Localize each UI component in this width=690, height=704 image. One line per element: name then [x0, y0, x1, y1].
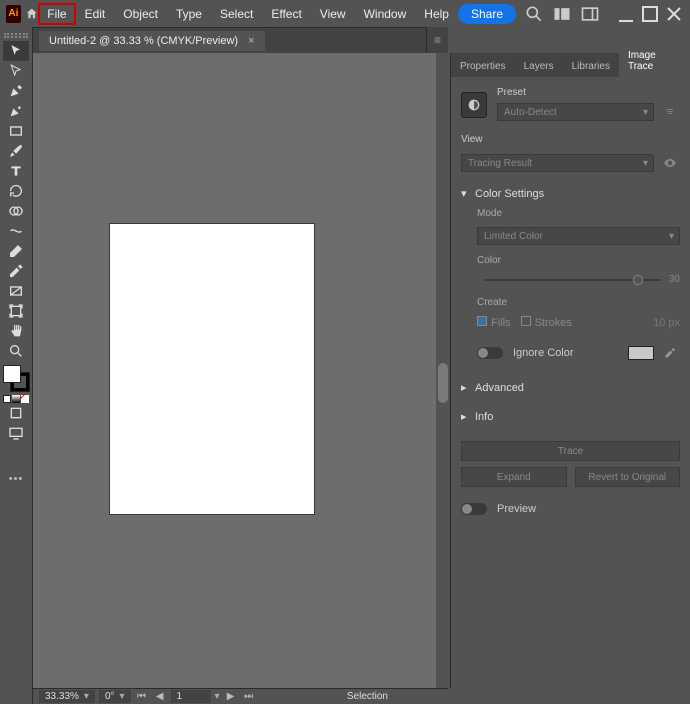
color-slider[interactable]: 30 — [477, 274, 680, 285]
tool-status: Selection — [347, 691, 388, 702]
strokes-checkbox[interactable]: Strokes — [521, 316, 572, 329]
mode-label: Mode — [477, 208, 680, 219]
share-button[interactable]: Share — [458, 4, 516, 24]
color-label: Color — [477, 255, 680, 266]
zoom-select[interactable]: 33.33%▾ — [39, 690, 95, 703]
color-value: 30 — [669, 274, 680, 285]
gradient-tool[interactable] — [3, 281, 29, 301]
width-tool[interactable] — [3, 221, 29, 241]
prev-artboard-icon[interactable]: ◀ — [153, 691, 167, 702]
pen-tool[interactable] — [3, 81, 29, 101]
preset-menu-icon[interactable]: ≡ — [660, 102, 680, 122]
menu-object[interactable]: Object — [114, 3, 167, 25]
document-tab[interactable]: Untitled-2 @ 33.33 % (CMYK/Preview) × — [39, 31, 265, 51]
collapse-strip-icon[interactable]: ≡ — [426, 27, 448, 53]
color-mode-row[interactable] — [3, 395, 29, 403]
menubar: Ai File Edit Object Type Select Effect V… — [0, 0, 690, 27]
zoom-tool[interactable] — [3, 341, 29, 361]
minimize-icon[interactable] — [614, 4, 638, 24]
maximize-icon[interactable] — [638, 4, 662, 24]
menu-help[interactable]: Help — [415, 3, 458, 25]
curvature-tool[interactable] — [3, 101, 29, 121]
next-artboard-icon[interactable]: ▶ — [224, 691, 238, 702]
draw-mode-icon[interactable] — [3, 403, 29, 423]
color-settings-header[interactable]: ▾Color Settings — [461, 187, 680, 200]
info-header[interactable]: ▸Info — [461, 410, 680, 423]
rotation-select[interactable]: 0°▾ — [99, 690, 131, 703]
preview-label: Preview — [497, 503, 536, 515]
preview-toggle[interactable] — [461, 503, 487, 515]
rectangle-tool[interactable] — [3, 121, 29, 141]
menu-select[interactable]: Select — [211, 3, 262, 25]
artboard-tool[interactable] — [3, 301, 29, 321]
menu-view[interactable]: View — [311, 3, 355, 25]
eyedropper-icon[interactable] — [660, 343, 680, 363]
mode-select[interactable]: Limited Color▾ — [477, 227, 680, 245]
trace-button[interactable]: Trace — [461, 441, 680, 461]
tab-libraries[interactable]: Libraries — [563, 56, 619, 77]
view-eye-icon[interactable] — [660, 153, 680, 173]
menu-file[interactable]: File — [38, 3, 75, 25]
menu-effect[interactable]: Effect — [262, 3, 310, 25]
tab-layers[interactable]: Layers — [515, 56, 563, 77]
preset-select[interactable]: Auto-Detect▾ — [497, 103, 654, 121]
preset-label: Preset — [497, 87, 680, 98]
fills-checkbox[interactable]: Fills — [477, 316, 511, 329]
tab-image-trace[interactable]: Image Trace — [619, 45, 690, 77]
document-tab-title: Untitled-2 @ 33.33 % (CMYK/Preview) — [49, 35, 238, 47]
fill-stroke-control[interactable] — [3, 365, 29, 391]
vertical-scrollbar[interactable] — [436, 53, 450, 688]
artboard[interactable] — [109, 223, 315, 515]
direct-selection-tool[interactable] — [3, 61, 29, 81]
rotate-tool[interactable] — [3, 181, 29, 201]
type-tool[interactable] — [3, 161, 29, 181]
panel-tabs: Properties Layers Libraries Image Trace — [451, 53, 690, 77]
tools-panel: ••• — [0, 27, 33, 704]
artboard-number[interactable]: 1 — [171, 690, 211, 703]
view-select[interactable]: Tracing Result▾ — [461, 154, 654, 172]
search-icon[interactable] — [524, 4, 544, 24]
advanced-header[interactable]: ▸Advanced — [461, 381, 680, 394]
menu-window[interactable]: Window — [355, 3, 416, 25]
canvas[interactable] — [33, 53, 450, 688]
last-artboard-icon[interactable]: ⏭ — [242, 691, 256, 702]
fill-swatch[interactable] — [3, 365, 21, 383]
close-window-icon[interactable] — [662, 4, 686, 24]
create-label: Create — [477, 297, 680, 308]
hand-tool[interactable] — [3, 321, 29, 341]
edit-toolbar-icon[interactable]: ••• — [9, 473, 24, 485]
app-badge: Ai — [6, 5, 21, 23]
paintbrush-tool[interactable] — [3, 141, 29, 161]
ignore-color-toggle[interactable] — [477, 347, 503, 359]
menu-edit[interactable]: Edit — [76, 3, 115, 25]
side-panel: Properties Layers Libraries Image Trace … — [450, 53, 690, 688]
first-artboard-icon[interactable]: ⏮ — [135, 691, 149, 702]
view-label: View — [461, 134, 680, 145]
home-icon[interactable] — [25, 4, 38, 24]
expand-button[interactable]: Expand — [461, 467, 567, 487]
selection-tool[interactable] — [3, 41, 29, 61]
screen-mode-icon[interactable] — [3, 423, 29, 443]
eyedropper-tool[interactable] — [3, 261, 29, 281]
panel-grip-icon[interactable] — [4, 33, 28, 38]
tab-properties[interactable]: Properties — [451, 56, 515, 77]
document-tabbar: Untitled-2 @ 33.33 % (CMYK/Preview) × — [33, 27, 448, 53]
ignore-color-swatch[interactable] — [628, 346, 654, 360]
ignore-color-label: Ignore Color — [513, 347, 574, 359]
status-bar: 33.33%▾ 0°▾ ⏮ ◀ 1 ▾ ▶ ⏭ Selection — [33, 688, 448, 704]
close-tab-icon[interactable]: × — [248, 35, 254, 47]
shape-builder-tool[interactable] — [3, 201, 29, 221]
strokes-value: 10 px — [653, 317, 680, 329]
revert-button[interactable]: Revert to Original — [575, 467, 681, 487]
menu-type[interactable]: Type — [167, 3, 211, 25]
arrange-panel-icon[interactable] — [552, 4, 572, 24]
workspace-icon[interactable] — [580, 4, 600, 24]
eraser-tool[interactable] — [3, 241, 29, 261]
menu-items: File Edit Object Type Select Effect View… — [38, 3, 458, 25]
artboard-dropdown-icon[interactable]: ▾ — [215, 691, 220, 702]
image-trace-icon — [461, 92, 487, 118]
